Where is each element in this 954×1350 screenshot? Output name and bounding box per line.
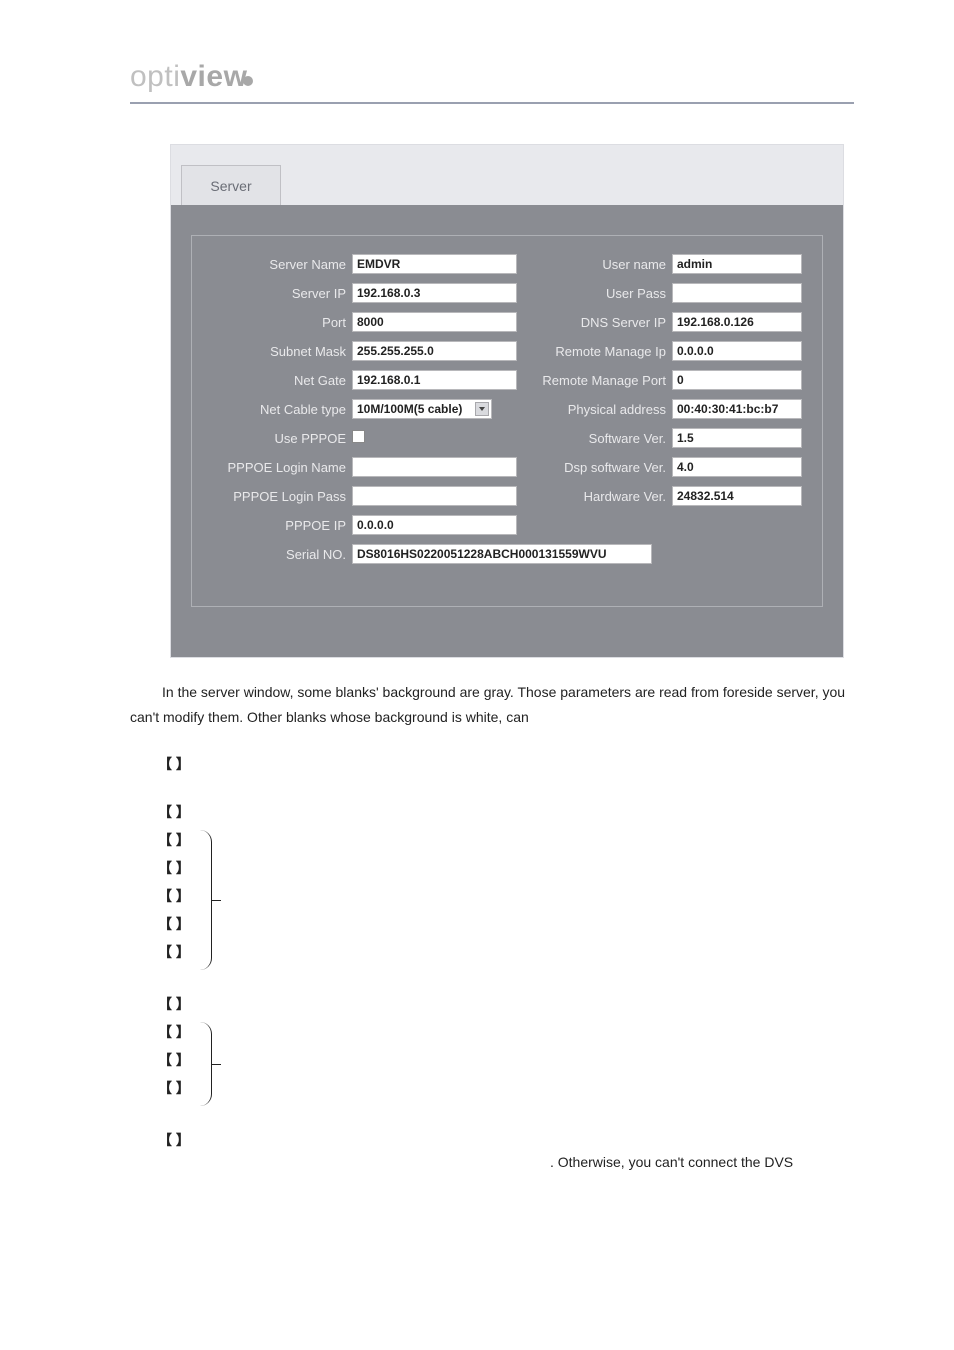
dsp-software-ver-label: Dsp software Ver. xyxy=(517,460,672,475)
net-cable-type-select[interactable]: 10M/100M(5 cable) xyxy=(352,399,492,419)
server-ip-input[interactable]: 192.168.0.3 xyxy=(352,283,517,303)
bracket-list: 【 】 【 】 【 】 【 】 【 】 【 xyxy=(158,750,844,1154)
subnet-mask-label: Subnet Mask xyxy=(212,344,352,359)
net-gate-input[interactable]: 192.168.0.1 xyxy=(352,370,517,390)
bracket-item: 【 】 xyxy=(158,750,190,778)
pppoe-ip-input: 0.0.0.0 xyxy=(352,515,517,535)
port-input[interactable]: 8000 xyxy=(352,312,517,332)
bracket-item: 【 】 xyxy=(158,798,190,826)
use-pppoe-label: Use PPPOE xyxy=(212,431,352,446)
server-name-label: Server Name xyxy=(212,257,352,272)
hardware-ver-label: Hardware Ver. xyxy=(517,489,672,504)
software-ver-input: 1.5 xyxy=(672,428,802,448)
remote-manage-ip-label: Remote Manage Ip xyxy=(517,344,672,359)
bracket-item: 【 】 xyxy=(158,882,190,910)
net-cable-type-label: Net Cable type xyxy=(212,402,352,417)
net-cable-type-value: 10M/100M(5 cable) xyxy=(357,402,462,416)
pppoe-login-name-label: PPPOE Login Name xyxy=(212,460,352,475)
tab-row: Server xyxy=(171,145,843,205)
serial-no-input: DS8016HS0220051228ABCH000131559WVU xyxy=(352,544,652,564)
chevron-down-icon[interactable] xyxy=(475,402,489,416)
dns-server-ip-input[interactable]: 192.168.0.126 xyxy=(672,312,802,332)
hardware-ver-input: 24832.514 xyxy=(672,486,802,506)
server-config-screenshot: Server Server Name EMDVR User name admin… xyxy=(170,144,844,658)
trailing-text: . Otherwise, you can't connect the DVS xyxy=(550,1154,854,1170)
paragraph-description: In the server window, some blanks' backg… xyxy=(130,680,854,730)
logo-part1: opti xyxy=(130,60,180,93)
user-pass-input[interactable] xyxy=(672,283,802,303)
tab-server[interactable]: Server xyxy=(181,165,281,205)
logo-dot-icon xyxy=(243,76,253,86)
user-name-label: User name xyxy=(517,257,672,272)
logo-part2: view xyxy=(180,60,247,93)
bracket-item: 【 】 xyxy=(158,826,190,854)
port-label: Port xyxy=(212,315,352,330)
bracket-item: 【 】 xyxy=(158,854,190,882)
bracket-item: 【 】 xyxy=(158,1074,190,1102)
bracket-item: 【 】 xyxy=(158,1126,190,1154)
net-gate-label: Net Gate xyxy=(212,373,352,388)
header-divider xyxy=(130,102,854,104)
server-ip-label: Server IP xyxy=(212,286,352,301)
curly-brace-icon xyxy=(200,830,212,970)
curly-brace-icon xyxy=(200,1022,212,1106)
bracket-item: 【 】 xyxy=(158,1046,190,1074)
pppoe-login-name-input[interactable] xyxy=(352,457,517,477)
bracket-item: 【 】 xyxy=(158,938,190,966)
remote-manage-port-input[interactable]: 0 xyxy=(672,370,802,390)
user-name-input[interactable]: admin xyxy=(672,254,802,274)
bracket-item: 【 】 xyxy=(158,990,190,1018)
subnet-mask-input[interactable]: 255.255.255.0 xyxy=(352,341,517,361)
dsp-software-ver-input: 4.0 xyxy=(672,457,802,477)
dns-server-ip-label: DNS Server IP xyxy=(517,315,672,330)
bracket-item: 【 】 xyxy=(158,1018,190,1046)
bracket-item: 【 】 xyxy=(158,910,190,938)
use-pppoe-checkbox[interactable] xyxy=(352,430,365,443)
serial-no-label: Serial NO. xyxy=(212,547,352,562)
software-ver-label: Software Ver. xyxy=(517,431,672,446)
pppoe-ip-label: PPPOE IP xyxy=(212,518,352,533)
server-panel: Server Name EMDVR User name admin Server… xyxy=(171,205,843,657)
pppoe-login-pass-input[interactable] xyxy=(352,486,517,506)
physical-address-label: Physical address xyxy=(517,402,672,417)
server-name-input[interactable]: EMDVR xyxy=(352,254,517,274)
remote-manage-ip-input[interactable]: 0.0.0.0 xyxy=(672,341,802,361)
user-pass-label: User Pass xyxy=(517,286,672,301)
pppoe-login-pass-label: PPPOE Login Pass xyxy=(212,489,352,504)
remote-manage-port-label: Remote Manage Port xyxy=(517,373,672,388)
logo: optiview xyxy=(130,60,854,94)
physical-address-input: 00:40:30:41:bc:b7 xyxy=(672,399,802,419)
